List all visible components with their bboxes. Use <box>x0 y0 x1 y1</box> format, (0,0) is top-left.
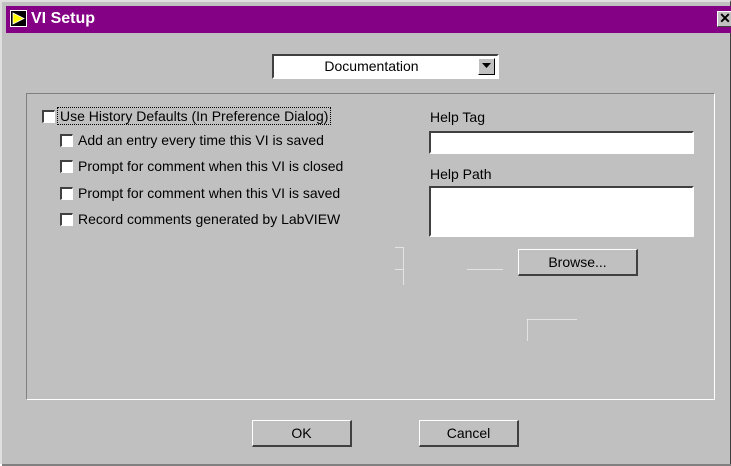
browse-button-label: Browse... <box>548 254 607 270</box>
help-tag-label: Help Tag <box>430 109 486 125</box>
ghost-artifact <box>403 247 404 285</box>
checkbox-box[interactable] <box>60 160 73 173</box>
cancel-button[interactable]: Cancel <box>419 420 519 447</box>
window-title: VI Setup <box>31 10 96 27</box>
checkbox-box[interactable] <box>60 213 73 226</box>
ghost-artifact <box>395 247 403 248</box>
chevron-down-icon[interactable] <box>478 58 495 75</box>
category-select[interactable]: Documentation <box>272 54 499 79</box>
ghost-artifact <box>395 269 403 270</box>
checkbox-label: Prompt for comment when this VI is saved <box>78 185 341 201</box>
checkbox-label: Record comments generated by LabVIEW <box>78 211 341 227</box>
close-button[interactable]: ✕ <box>717 11 731 27</box>
help-tag-input[interactable] <box>429 131 694 154</box>
ok-button[interactable]: OK <box>252 420 352 447</box>
category-select-value: Documentation <box>324 58 419 74</box>
checkbox-box[interactable] <box>60 134 73 147</box>
help-path-input[interactable] <box>429 186 694 237</box>
close-icon: ✕ <box>719 10 731 26</box>
ghost-artifact <box>467 269 503 270</box>
documentation-panel: Use History Defaults (In Preference Dial… <box>26 93 715 400</box>
ok-button-label: OK <box>291 425 312 441</box>
checkbox-label: Use History Defaults (In Preference Dial… <box>57 107 332 125</box>
checkbox-box[interactable] <box>60 187 73 200</box>
help-path-label: Help Path <box>430 166 492 182</box>
checkbox-label: Add an entry every time this VI is saved <box>78 132 324 148</box>
cancel-button-label: Cancel <box>446 425 491 441</box>
ghost-artifact <box>527 319 577 320</box>
title-bar[interactable]: VI Setup ✕ <box>6 6 731 33</box>
ghost-artifact <box>527 319 528 341</box>
checkbox-box[interactable] <box>42 110 55 123</box>
browse-button[interactable]: Browse... <box>518 249 638 276</box>
labview-arrow-icon <box>10 10 27 27</box>
vi-setup-dialog: VI Setup ✕ Documentation Use History Def… <box>0 0 731 466</box>
checkbox-label: Prompt for comment when this VI is close… <box>78 158 344 174</box>
